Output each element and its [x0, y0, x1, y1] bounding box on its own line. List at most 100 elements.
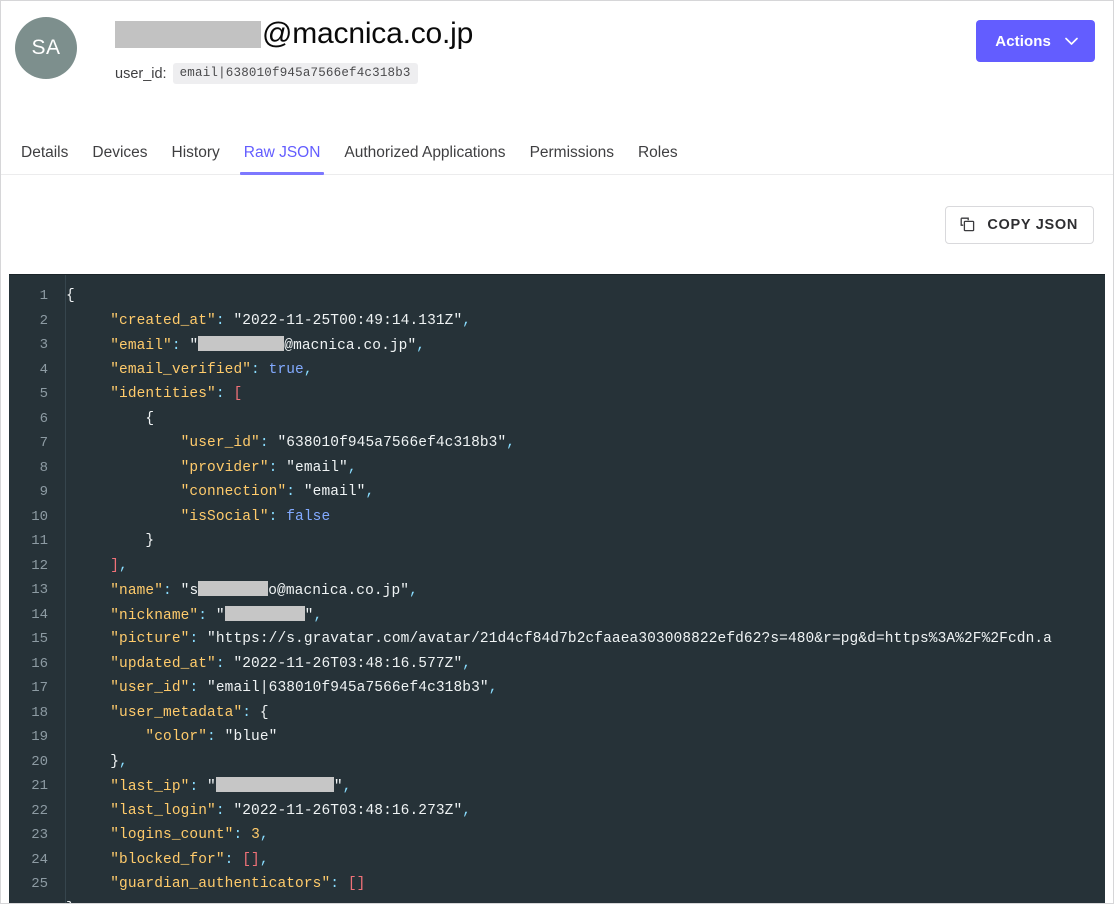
code-line: 18 "user_metadata": {: [9, 701, 1105, 726]
code-line-content: "user_id": "638010f945a7566ef4c318b3",: [57, 435, 515, 451]
code-line-content: "logins_count": 3,: [57, 827, 269, 843]
code-token: "nickname": [110, 607, 199, 624]
code-line-content: "user_metadata": {: [57, 705, 269, 721]
code-token: "user_id": [180, 435, 260, 452]
tab-details[interactable]: Details: [9, 144, 80, 174]
code-token: ": [189, 338, 199, 355]
code-line: 26}: [9, 897, 1105, 903]
page-title-domain: @macnica.co.jp: [262, 17, 474, 50]
code-token: "email_verified": [110, 361, 252, 378]
page-header: SA @macnica.co.jp user_id: email|638010f…: [1, 1, 1113, 129]
actions-button[interactable]: Actions: [976, 20, 1095, 62]
line-number: 17: [31, 680, 48, 697]
code-token: false: [286, 508, 331, 525]
code-token: "connection": [180, 484, 287, 501]
code-line-content: "email": " @macnica.co.jp",: [57, 336, 425, 354]
code-token: "created_at": [110, 312, 216, 329]
tab-history[interactable]: History: [160, 144, 232, 174]
code-token: :: [189, 631, 208, 648]
code-line-content: ],: [57, 558, 128, 574]
tab-label: Devices: [92, 144, 148, 161]
tab-authorized-applications[interactable]: Authorized Applications: [332, 144, 517, 174]
code-scroll-area[interactable]: 1{2 "created_at": "2022-11-25T00:49:14.1…: [9, 275, 1105, 903]
tab-raw-json[interactable]: Raw JSON: [232, 144, 333, 175]
code-token: ,: [462, 655, 472, 672]
line-number: 7: [39, 435, 48, 452]
line-number: 22: [31, 802, 48, 819]
line-number: 6: [39, 410, 48, 427]
code-token: []: [347, 876, 366, 893]
code-line-content: "email_verified": true,: [57, 362, 313, 378]
line-number: 20: [31, 753, 48, 770]
tab-label: Permissions: [529, 144, 614, 161]
line-number: 10: [31, 508, 48, 525]
code-token: :: [163, 583, 181, 600]
code-token: ]: [110, 557, 120, 574]
code-token: "2022-11-26T03:48:16.577Z": [233, 655, 463, 672]
code-token: ,: [365, 484, 375, 501]
code-token: :: [286, 484, 304, 501]
code-token: :: [259, 435, 278, 452]
code-token: :: [189, 779, 208, 796]
code-line-content: "updated_at": "2022-11-26T03:48:16.577Z"…: [57, 656, 471, 672]
tab-roles[interactable]: Roles: [626, 144, 690, 174]
line-number: 15: [31, 631, 48, 648]
code-token: "identities": [110, 386, 216, 403]
code-token: 3: [251, 827, 260, 844]
user-id-row: user_id: email|638010f945a7566ef4c318b3: [115, 63, 976, 84]
code-line: 5 "identities": [: [9, 382, 1105, 407]
code-token: :: [215, 655, 234, 672]
code-token: "last_ip": [110, 779, 190, 796]
code-token: "provider": [180, 459, 269, 476]
tab-permissions[interactable]: Permissions: [518, 144, 626, 174]
code-line-content: "blocked_for": [],: [57, 852, 269, 868]
code-token: :: [233, 827, 252, 844]
code-token: :: [215, 386, 234, 403]
page-title: @macnica.co.jp: [115, 14, 976, 54]
line-number: 16: [31, 655, 48, 672]
code-line: 14 "nickname": " ",: [9, 603, 1105, 628]
code-token: ": [207, 779, 216, 796]
code-token: "s: [180, 583, 199, 600]
copy-json-label: COPY JSON: [987, 216, 1078, 233]
code-token: :: [330, 876, 348, 893]
code-line: 11 }: [9, 529, 1105, 554]
code-token: :: [242, 704, 260, 721]
code-line: 2 "created_at": "2022-11-25T00:49:14.131…: [9, 309, 1105, 334]
raw-json-viewer[interactable]: 1{2 "created_at": "2022-11-25T00:49:14.1…: [9, 274, 1105, 903]
code-token: "user_metadata": [110, 704, 243, 721]
code-line: 24 "blocked_for": [],: [9, 848, 1105, 873]
code-token: o@macnica.co.jp": [268, 583, 410, 600]
code-token: "https://s.gravatar.com/avatar/21d4cf84d…: [207, 631, 1052, 648]
code-line: 12 ],: [9, 554, 1105, 579]
code-line: 23 "logins_count": 3,: [9, 823, 1105, 848]
copy-json-button[interactable]: COPY JSON: [945, 205, 1094, 244]
code-line-content: "color": "blue": [57, 729, 277, 745]
line-number: 19: [31, 729, 48, 746]
tab-label: Roles: [637, 144, 678, 161]
line-number: 5: [39, 386, 48, 403]
code-line-content: "nickname": " ",: [57, 605, 322, 624]
redacted-block: [224, 605, 305, 621]
code-token: "email": [303, 484, 366, 501]
code-line: 9 "connection": "email",: [9, 480, 1105, 505]
code-token: {: [66, 288, 75, 305]
code-line: 25 "guardian_authenticators": []: [9, 872, 1105, 897]
code-token: ": [215, 607, 225, 624]
user-id-value[interactable]: email|638010f945a7566ef4c318b3: [172, 63, 418, 84]
code-line-content: "user_id": "email|638010f945a7566ef4c318…: [57, 680, 498, 696]
code-token: "638010f945a7566ef4c318b3": [277, 435, 507, 452]
code-token: "updated_at": [110, 655, 216, 672]
tab-devices[interactable]: Devices: [80, 144, 159, 174]
code-token: "email": [286, 459, 348, 476]
code-line-content: "name": "s o@macnica.co.jp",: [57, 581, 418, 599]
code-token: "user_id": [110, 680, 190, 697]
